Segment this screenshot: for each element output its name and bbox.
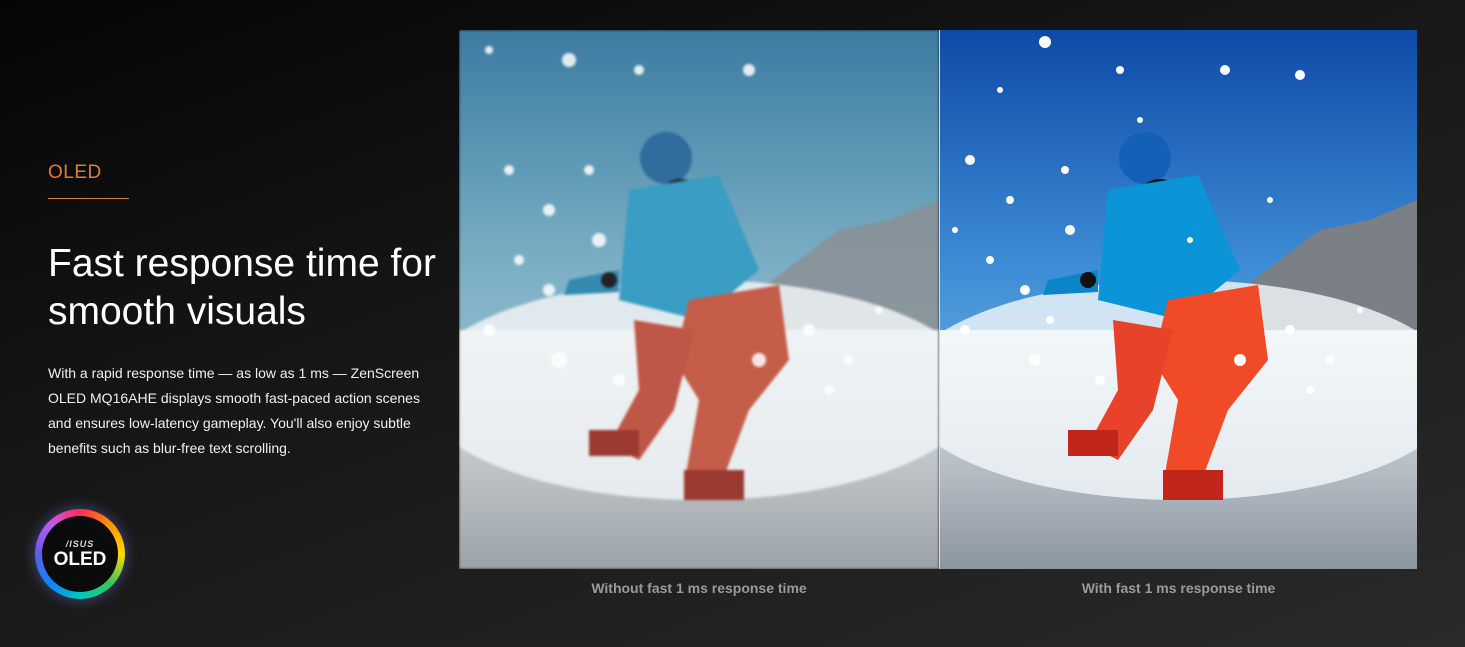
caption-with: With fast 1 ms response time xyxy=(1081,580,1276,596)
snowboarder-image-sharp xyxy=(940,30,1417,569)
section-body: With a rapid response time — as low as 1… xyxy=(48,365,420,456)
asus-oled-badge: /ISUS OLED xyxy=(35,509,125,599)
snowboarder-image-blurred xyxy=(459,30,939,569)
caption-without: Without fast 1 ms response time xyxy=(591,580,807,596)
badge-brand-logo: /ISUS xyxy=(65,538,95,549)
oled-feature-section: OLED Fast response time for smooth visua… xyxy=(0,0,1465,647)
comparison-image-without xyxy=(459,30,939,569)
section-headline: Fast response time for smooth visuals xyxy=(48,242,436,333)
section-eyebrow: OLED xyxy=(48,162,102,183)
eyebrow-divider xyxy=(48,198,129,199)
badge-label: OLED xyxy=(53,548,107,570)
comparison-image-with xyxy=(940,30,1417,569)
badge-inner: /ISUS OLED xyxy=(42,516,118,592)
